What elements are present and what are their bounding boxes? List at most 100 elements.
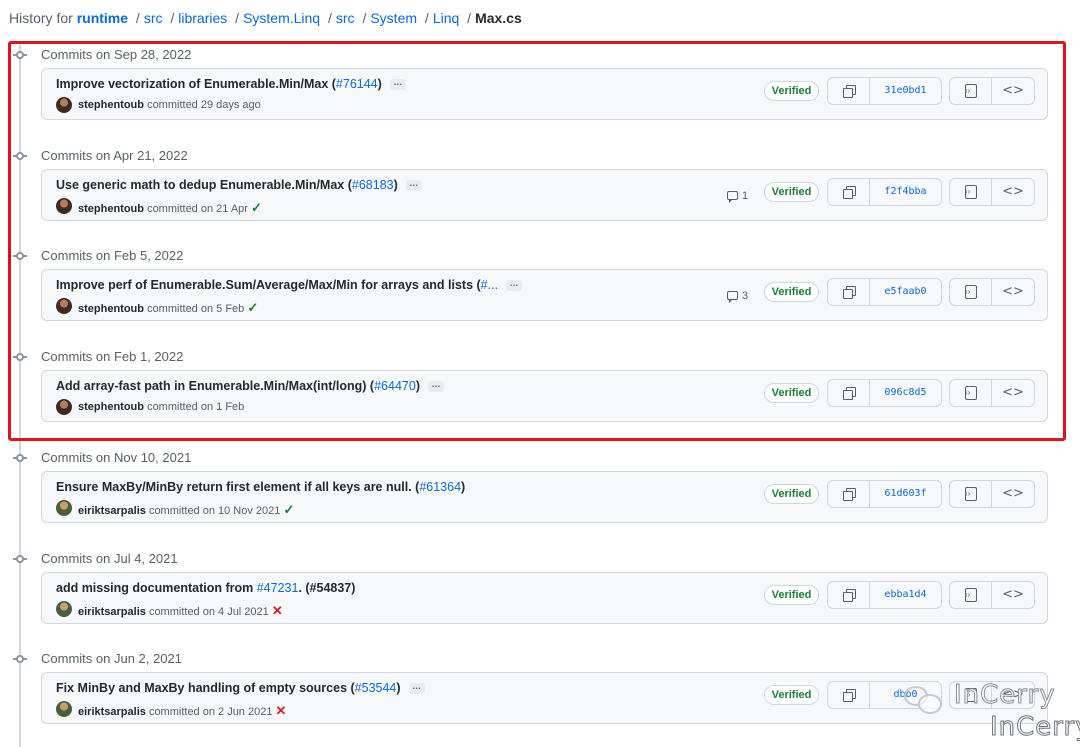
- commit-message-text[interactable]: add missing documentation from: [56, 581, 257, 595]
- breadcrumb-link-src[interactable]: src: [144, 10, 163, 26]
- verified-badge[interactable]: Verified: [764, 182, 819, 202]
- commit-message[interactable]: Use generic math to dedup Enumerable.Min…: [56, 178, 422, 192]
- expand-message-button[interactable]: …: [408, 682, 425, 695]
- commit-message-text[interactable]: Improve perf of Enumerable.Sum/Average/M…: [56, 278, 481, 292]
- breadcrumb-link-src-2[interactable]: src: [336, 10, 355, 26]
- expand-message-button[interactable]: …: [506, 279, 523, 292]
- git-commit-icon: [13, 655, 27, 663]
- commit-group-header: Commits on Jun 2, 2021: [0, 649, 400, 669]
- expand-message-button[interactable]: …: [389, 78, 406, 91]
- check-icon[interactable]: ✓: [283, 502, 294, 517]
- commit-group-header: Commits on Feb 1, 2022: [0, 347, 400, 367]
- copy-sha-button[interactable]: [828, 78, 870, 104]
- commit-author-link[interactable]: stephentoub: [78, 99, 144, 111]
- browse-repo-button[interactable]: <>: [992, 279, 1034, 305]
- copy-sha-button[interactable]: [828, 279, 870, 305]
- verified-badge[interactable]: Verified: [764, 383, 819, 403]
- commit-date-text: committed 29 days ago: [147, 99, 261, 111]
- breadcrumb-link-linq[interactable]: Linq: [433, 10, 459, 26]
- commit-author-link[interactable]: stephentoub: [78, 203, 144, 215]
- verified-badge[interactable]: Verified: [764, 484, 819, 504]
- verified-badge[interactable]: Verified: [764, 685, 819, 705]
- commit-pr-link[interactable]: #...: [481, 278, 498, 292]
- commit-message-text[interactable]: Ensure MaxBy/MinBy return first element …: [56, 480, 419, 494]
- x-icon[interactable]: ✕: [272, 603, 283, 618]
- commit-author-link[interactable]: stephentoub: [78, 401, 144, 413]
- commit-sha-link[interactable]: f2f4bba: [870, 179, 941, 205]
- check-icon[interactable]: ✓: [247, 300, 258, 315]
- commit-sha-link[interactable]: ebba1d4: [870, 582, 941, 608]
- commit-sha-link[interactable]: dbb0: [870, 682, 941, 708]
- commit-group-header: Commits on Jul 4, 2021: [0, 549, 400, 569]
- commit-message[interactable]: add missing documentation from #47231. (…: [56, 581, 355, 595]
- commit-message[interactable]: Improve vectorization of Enumerable.Min/…: [56, 77, 406, 91]
- commit-meta-text: eiriktsarpalis committed on 2 Jun 2021 ✕: [78, 703, 286, 719]
- commit-date-text: committed on 10 Nov 2021: [148, 505, 281, 517]
- commit-author-link[interactable]: eiriktsarpalis: [78, 606, 146, 618]
- commit-message-text[interactable]: Add array-fast path in Enumerable.Min/Ma…: [56, 379, 374, 393]
- browse-files-button[interactable]: [950, 380, 992, 406]
- commit-message[interactable]: Add array-fast path in Enumerable.Min/Ma…: [56, 379, 444, 393]
- commit-message[interactable]: Ensure MaxBy/MinBy return first element …: [56, 480, 465, 494]
- verified-badge[interactable]: Verified: [764, 585, 819, 605]
- copy-sha-button[interactable]: [828, 481, 870, 507]
- avatar[interactable]: [56, 500, 72, 516]
- browse-repo-button[interactable]: <>: [992, 582, 1034, 608]
- commit-sha-link[interactable]: 096c8d5: [870, 380, 941, 406]
- browse-repo-button[interactable]: <>: [992, 380, 1034, 406]
- commit-message-text[interactable]: Use generic math to dedup Enumerable.Min…: [56, 178, 352, 192]
- check-icon[interactable]: ✓: [251, 200, 262, 215]
- commit-message[interactable]: Improve perf of Enumerable.Sum/Average/M…: [56, 278, 523, 292]
- browse-repo-button[interactable]: <>: [992, 481, 1034, 507]
- avatar[interactable]: [56, 298, 72, 314]
- commit-pr-link[interactable]: #47231: [257, 581, 299, 595]
- breadcrumb-repo-link[interactable]: runtime: [77, 10, 128, 26]
- commit-author-link[interactable]: eiriktsarpalis: [78, 505, 146, 517]
- commit-message[interactable]: Fix MinBy and MaxBy handling of empty so…: [56, 681, 425, 695]
- browse-files-button[interactable]: [950, 78, 992, 104]
- breadcrumb-link-system-linq[interactable]: System.Linq: [243, 10, 320, 26]
- breadcrumb-link-system[interactable]: System: [370, 10, 417, 26]
- browse-repo-button[interactable]: <>: [992, 78, 1034, 104]
- commit-pr-link[interactable]: #53544: [355, 681, 397, 695]
- comments-count[interactable]: 3: [727, 289, 755, 305]
- avatar[interactable]: [56, 701, 72, 717]
- commit-message-text[interactable]: Improve vectorization of Enumerable.Min/…: [56, 77, 336, 91]
- commit-message-text[interactable]: Fix MinBy and MaxBy handling of empty so…: [56, 681, 355, 695]
- copy-sha-button[interactable]: [828, 582, 870, 608]
- commit-author-link[interactable]: eiriktsarpalis: [78, 706, 146, 718]
- x-icon[interactable]: ✕: [276, 703, 287, 718]
- commit-group-date: Commits on Sep 28, 2022: [41, 47, 192, 62]
- browse-repo-button[interactable]: <>: [992, 682, 1034, 708]
- copy-sha-button[interactable]: [828, 682, 870, 708]
- expand-message-button[interactable]: …: [405, 179, 422, 192]
- code-icon: <>: [1002, 385, 1024, 400]
- breadcrumb-link-libraries[interactable]: libraries: [178, 10, 227, 26]
- commit-meta-text: stephentoub committed on 1 Feb: [78, 401, 244, 413]
- avatar[interactable]: [56, 198, 72, 214]
- verified-badge[interactable]: Verified: [764, 81, 819, 101]
- verified-badge[interactable]: Verified: [764, 282, 819, 302]
- expand-message-button[interactable]: …: [427, 380, 444, 393]
- git-commit-icon: [13, 454, 27, 462]
- commit-sha-link[interactable]: e5faab0: [870, 279, 941, 305]
- copy-sha-button[interactable]: [828, 380, 870, 406]
- browse-files-button[interactable]: [950, 279, 992, 305]
- commit-author-link[interactable]: stephentoub: [78, 303, 144, 315]
- browse-files-button[interactable]: [950, 179, 992, 205]
- commit-sha-link[interactable]: 31e0bd1: [870, 78, 941, 104]
- browse-files-button[interactable]: [950, 682, 992, 708]
- copy-sha-button[interactable]: [828, 179, 870, 205]
- commit-pr-link[interactable]: #61364: [419, 480, 461, 494]
- commit-pr-link[interactable]: #64470: [374, 379, 416, 393]
- browse-files-button[interactable]: [950, 582, 992, 608]
- commit-sha-link[interactable]: 61d603f: [870, 481, 941, 507]
- commit-pr-link[interactable]: #76144: [336, 77, 378, 91]
- commit-pr-link[interactable]: #68183: [352, 178, 394, 192]
- comments-count[interactable]: 1: [727, 189, 755, 205]
- browse-files-button[interactable]: [950, 481, 992, 507]
- avatar[interactable]: [56, 601, 72, 617]
- avatar[interactable]: [56, 399, 72, 415]
- avatar[interactable]: [56, 97, 72, 113]
- browse-repo-button[interactable]: <>: [992, 179, 1034, 205]
